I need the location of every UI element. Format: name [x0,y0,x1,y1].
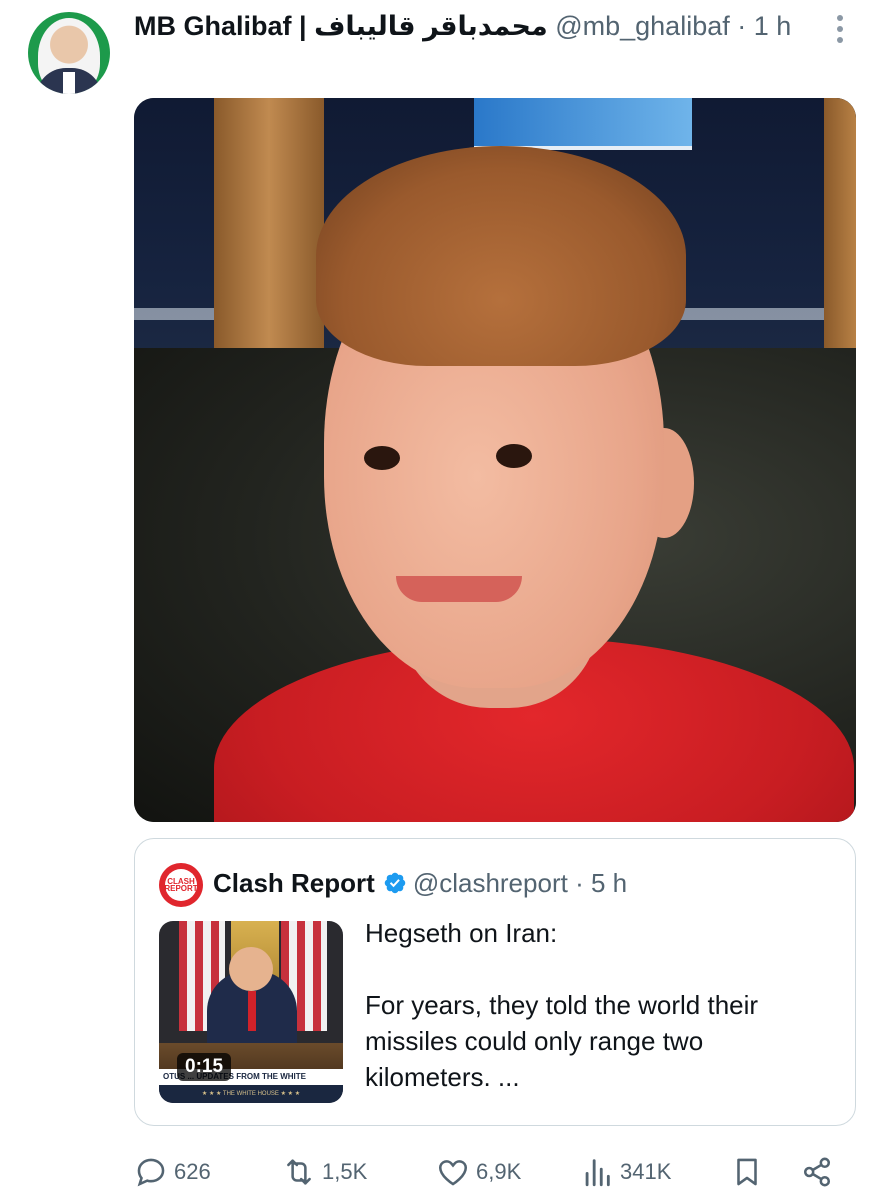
like-count: 6,9K [476,1159,522,1184]
header-separator: · [737,11,747,41]
like-button[interactable]: 6,9K [436,1150,521,1194]
reply-count: 626 [174,1159,211,1184]
quoted-author-avatar[interactable]: CLASH REPORT [159,863,203,907]
quoted-video-thumbnail[interactable]: OTUS ... UPDATES FROM THE WHITE ★ ★ ★ TH… [159,921,343,1103]
image-wood-beam-right [824,98,856,358]
quoted-separator: · [575,868,584,898]
share-button[interactable] [800,1150,834,1194]
post-time[interactable]: 1 h [754,11,792,41]
image-smile [396,576,522,602]
image-eye-right [496,444,532,468]
video-duration-badge: 0:15 [177,1053,232,1081]
quoted-author-handle[interactable]: @clashreport [413,868,568,898]
quoted-post-text[interactable]: Hegseth on Iran: For years, they told th… [365,915,825,1095]
repost-button[interactable]: 1,5K [282,1150,367,1194]
image-tv [474,98,692,150]
views-icon [585,1159,610,1187]
author-handle[interactable]: @mb_ghalibaf [555,11,730,41]
bookmark-icon [737,1158,757,1186]
thumb-speaker-tie [248,991,256,1031]
repost-count: 1,5K [322,1159,368,1184]
verified-badge-icon [384,872,406,894]
repost-icon [287,1159,311,1185]
reply-icon [137,1158,165,1187]
avatar-shirt [63,72,75,94]
image-eye-left [364,446,400,470]
post-action-bar: 626 1,5K 6,9K 341K [134,1150,840,1194]
bookmark-button[interactable] [730,1150,764,1194]
quoted-post[interactable]: CLASH REPORT Clash Report @clashreport · … [134,838,856,1126]
quoted-text-line-2: For years, they told the world their mis… [365,990,759,1092]
quoted-post-header: Clash Report @clashreport · 5 h [213,865,627,901]
share-icon [803,1157,831,1187]
image-hair [316,146,686,366]
thumb-news-subticker: ★ ★ ★ THE WHITE HOUSE ★ ★ ★ [159,1085,343,1103]
views-count: 341K [620,1159,672,1184]
views-button[interactable]: 341K [580,1150,671,1194]
thumb-speaker-head [229,947,273,991]
author-name[interactable]: MB Ghalibaf | محمدباقر قالیباف [134,11,548,41]
quoted-author-name[interactable]: Clash Report [213,868,375,898]
image-wood-beam [214,98,324,388]
author-avatar[interactable] [28,12,110,94]
more-options-icon[interactable] [826,12,854,46]
quoted-post-time[interactable]: 5 h [591,868,627,898]
post-image[interactable] [134,98,856,822]
quoted-text-line-1: Hegseth on Iran: [365,918,558,948]
post-header: MB Ghalibaf | محمدباقر قالیباف @mb_ghali… [134,8,791,44]
heart-icon [438,1160,468,1186]
quoted-logo-text: CLASH REPORT [164,877,198,893]
reply-button[interactable]: 626 [134,1150,211,1194]
